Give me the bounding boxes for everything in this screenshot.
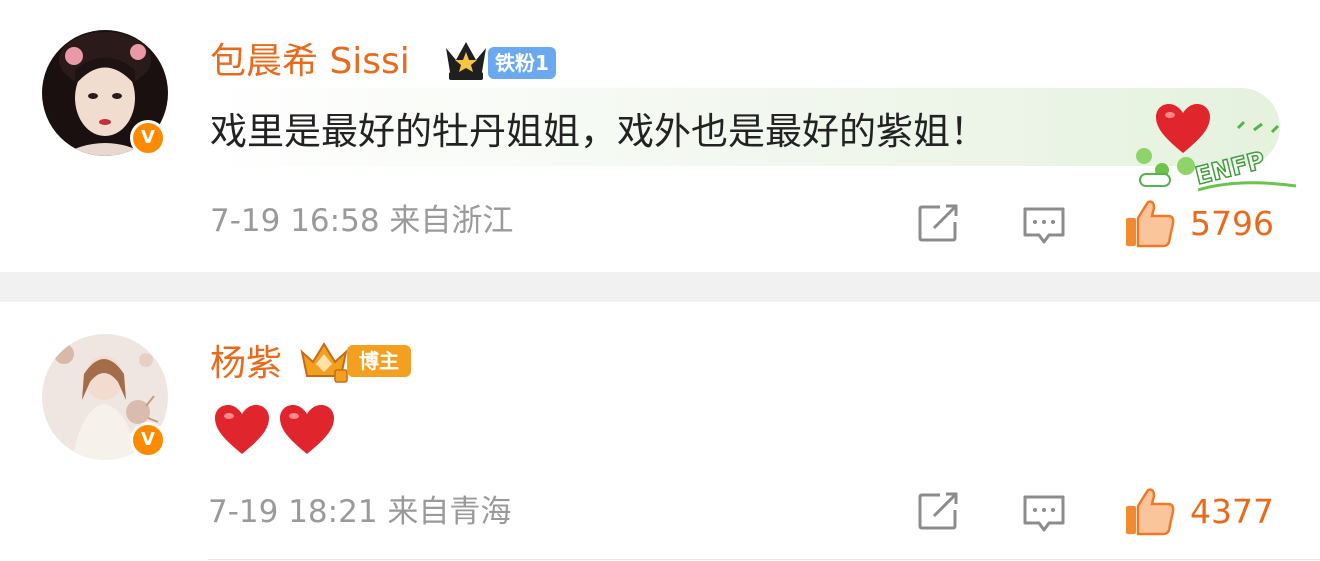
fan-level-badge: 铁粉1 bbox=[488, 47, 556, 79]
reply-icon[interactable] bbox=[1022, 206, 1066, 246]
reply-icon[interactable] bbox=[1022, 494, 1066, 534]
comment-location: 来自青海 bbox=[387, 494, 512, 530]
thumbs-up-icon[interactable] bbox=[1124, 198, 1176, 248]
comment-item: V 包晨希 Sissi 铁粉1 戏里是最好的牡丹姐姐，戏外也是最好的紫姐！ EN… bbox=[0, 0, 1320, 272]
username[interactable]: 包晨希 Sissi bbox=[210, 44, 410, 80]
comment-text: 戏里是最好的牡丹姐姐，戏外也是最好的紫姐！ bbox=[210, 110, 987, 153]
comment-item: V 杨紫 博主 7-19 18:21 来自青海 4377 bbox=[0, 302, 1320, 561]
thumbs-up-icon[interactable] bbox=[1124, 486, 1176, 536]
username[interactable]: 杨紫 bbox=[210, 346, 282, 382]
verified-badge-icon: V bbox=[130, 120, 166, 156]
enfp-decoration-icon: ENFP bbox=[1136, 120, 1297, 192]
comment-location: 来自浙江 bbox=[389, 203, 514, 239]
author-badge: 博主 bbox=[347, 345, 411, 377]
share-icon[interactable] bbox=[918, 492, 960, 530]
verified-badge-icon: V bbox=[130, 422, 166, 458]
crown-icon bbox=[446, 42, 486, 80]
comment-time: 7-19 16:58 bbox=[210, 203, 380, 239]
comment-separator bbox=[0, 272, 1320, 302]
bottom-divider bbox=[208, 559, 1320, 560]
crown-icon bbox=[300, 342, 348, 383]
like-count: 4377 bbox=[1190, 492, 1274, 531]
comment-meta: 7-19 16:58 来自浙江 bbox=[210, 206, 513, 237]
share-icon[interactable] bbox=[918, 204, 960, 242]
heart-emoji bbox=[280, 405, 334, 454]
comment-time: 7-19 18:21 bbox=[208, 494, 378, 530]
comment-meta: 7-19 18:21 来自青海 bbox=[208, 497, 511, 528]
heart-emoji bbox=[215, 405, 269, 454]
like-count: 5796 bbox=[1190, 204, 1274, 243]
